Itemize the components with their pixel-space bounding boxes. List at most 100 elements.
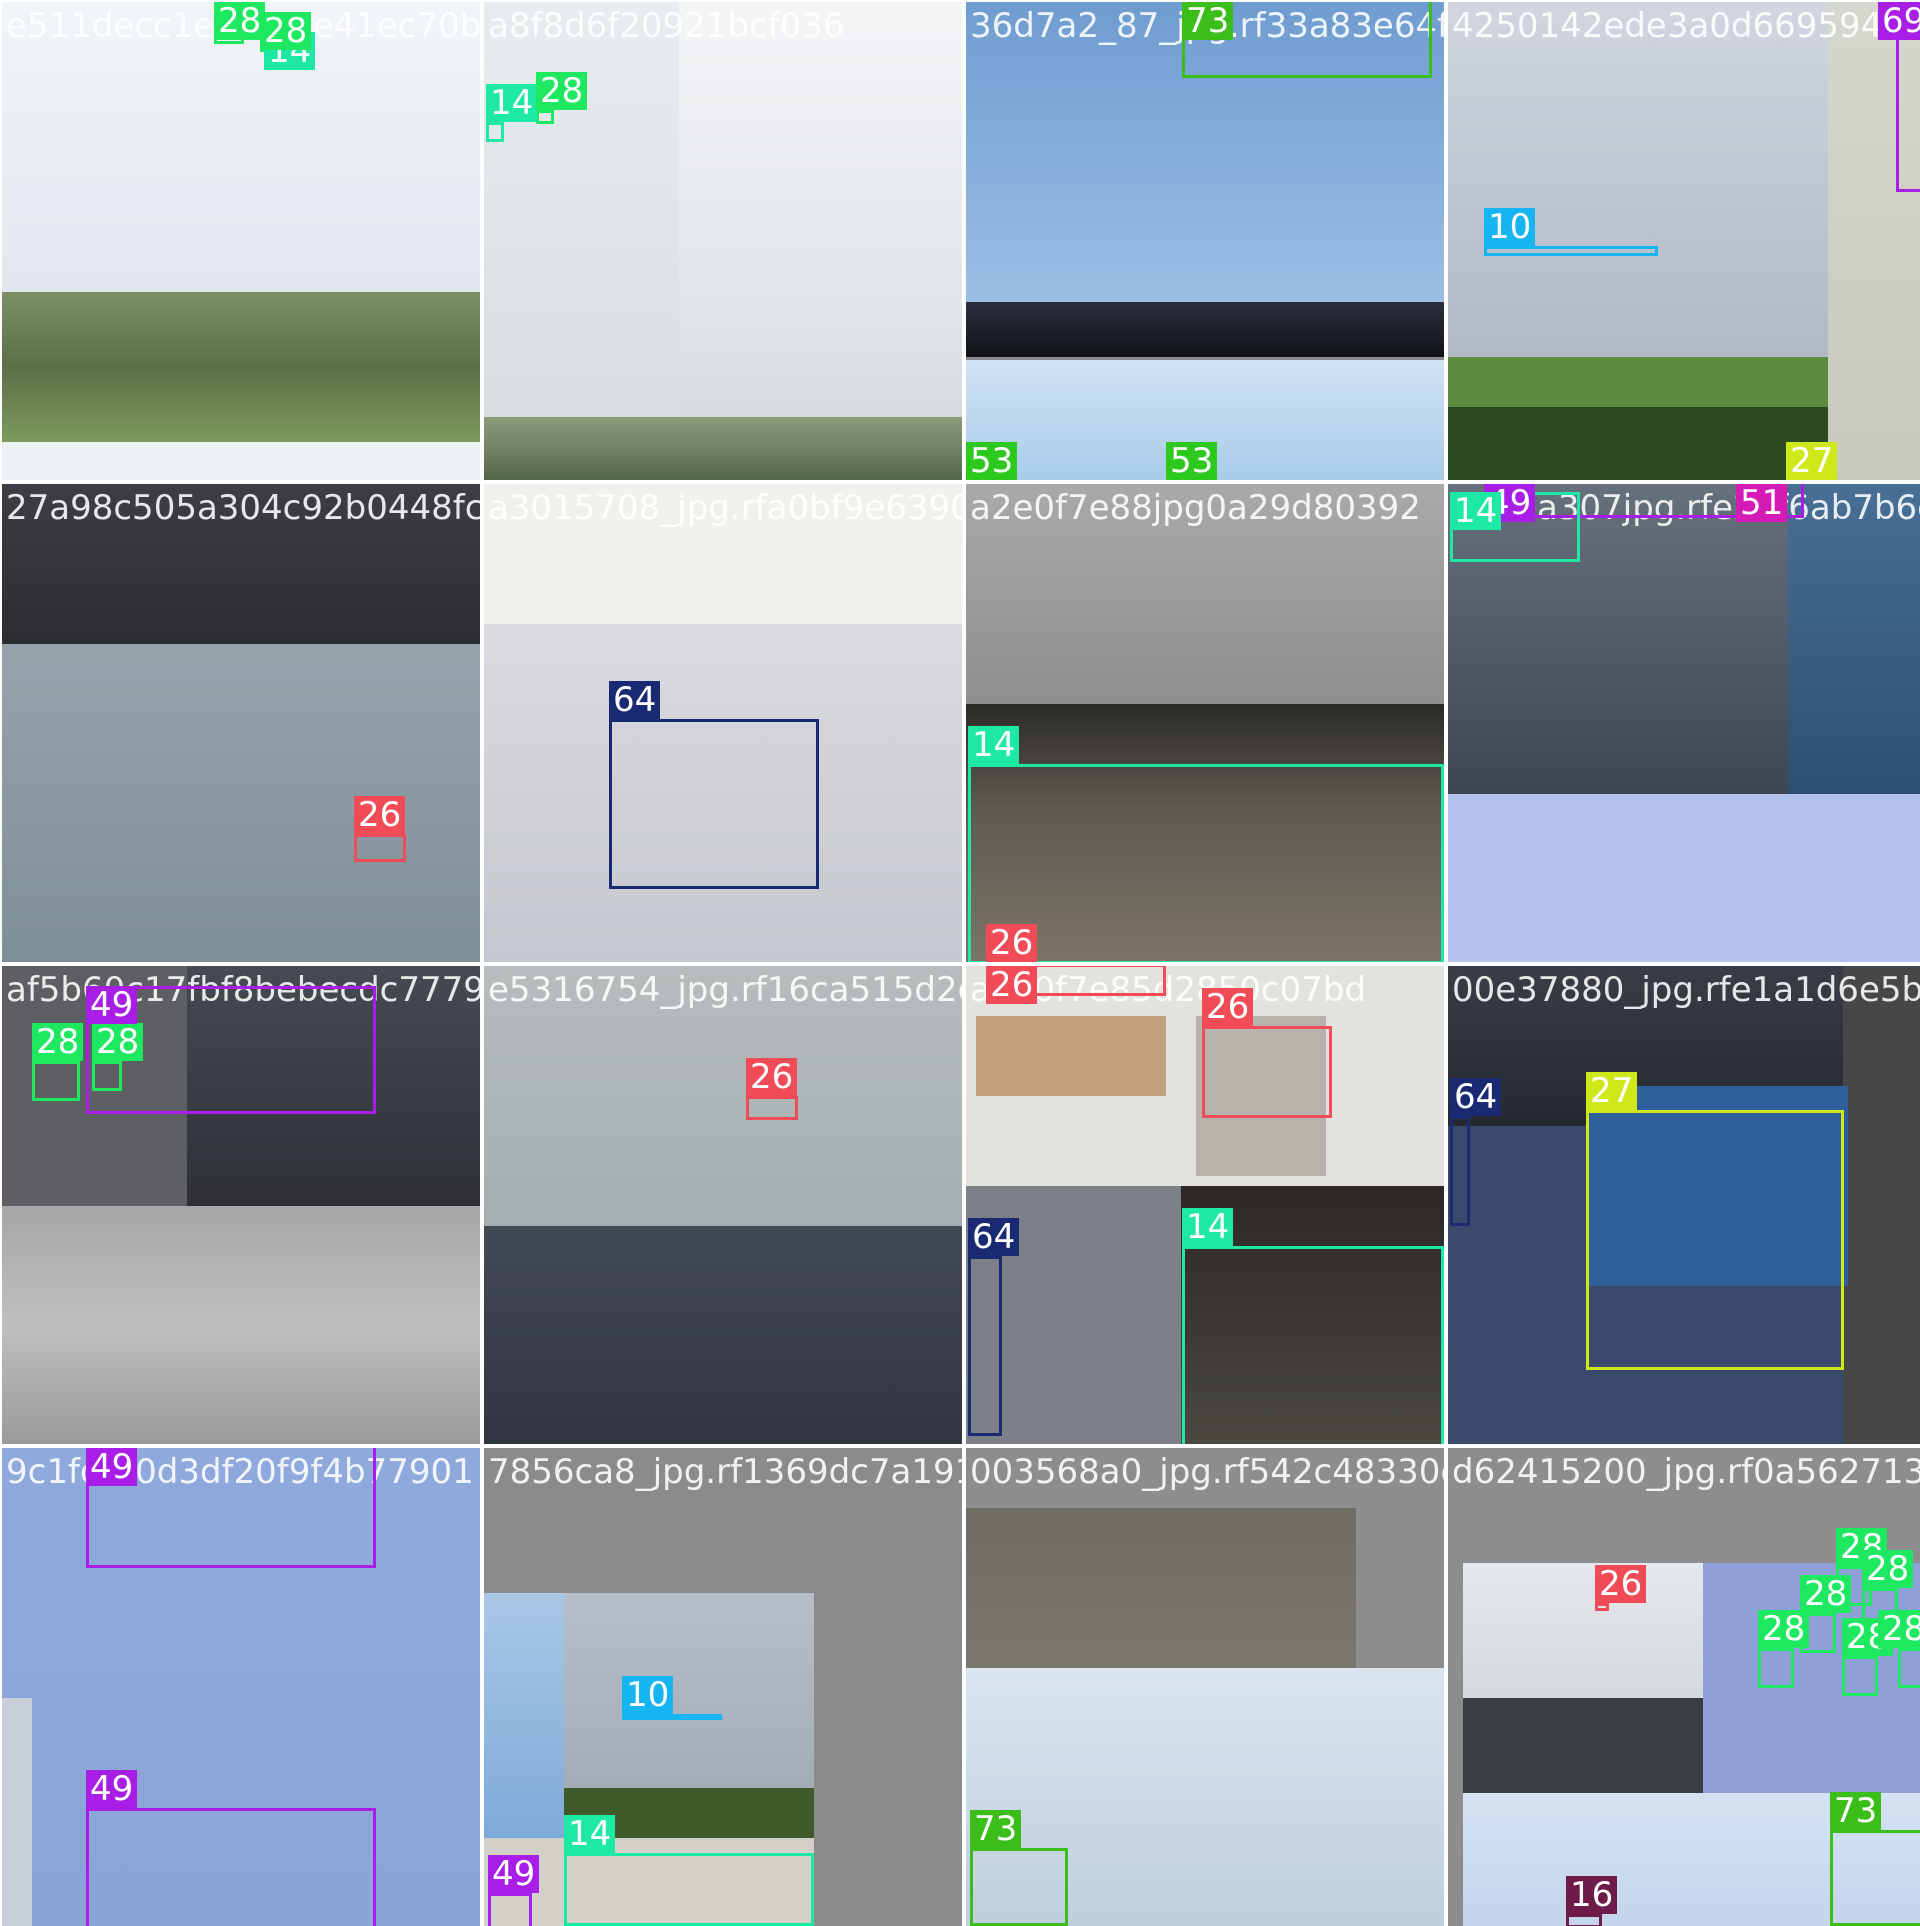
bounding-box	[488, 1893, 532, 1926]
image-patch	[2, 1698, 32, 1926]
class-label: 53	[1166, 442, 1218, 480]
class-label: 28	[214, 2, 266, 40]
mosaic-tile: d62415200_jpg.rf0a562713b 26 28 28 28 28 28 28 7…	[1448, 1448, 1920, 1926]
class-label: 26	[1202, 988, 1254, 1026]
bounding-box	[32, 1061, 80, 1101]
image-patch	[976, 1016, 1166, 1096]
image-patch	[966, 302, 1444, 357]
bounding-box	[1595, 1603, 1609, 1611]
class-label: 28	[92, 1023, 144, 1061]
image-patch	[1463, 1698, 1703, 1793]
class-label: 28	[1758, 1610, 1810, 1648]
mosaic-tile: 27a98c505a304c92b0448fca 26	[2, 484, 480, 962]
mosaic-tile: 36d7a2_87_jpg.rf33a83e64f735353	[966, 2, 1444, 480]
image-patch	[2, 442, 480, 480]
mosaic-tile: a3015708_jpg.rfa0bf9e6390 64	[484, 484, 962, 962]
bounding-box	[609, 719, 819, 889]
class-label: 73	[970, 1810, 1022, 1848]
class-label: 26	[746, 1058, 798, 1096]
class-label: 14	[564, 1815, 616, 1853]
mosaic-tile: 9c1fdf40d3df20f9f4b77901 49 49	[2, 1448, 480, 1926]
bounding-box	[968, 764, 1444, 962]
class-label: 27	[1586, 1072, 1638, 1110]
class-label: 10	[622, 1676, 674, 1714]
bounding-box	[970, 1848, 1068, 1926]
class-label: 28	[1800, 1575, 1852, 1613]
class-label: 69	[1878, 2, 1920, 40]
class-label: 49	[86, 1770, 138, 1808]
image-patch	[484, 1226, 962, 1444]
bounding-box	[564, 1853, 814, 1926]
mosaic-tile: 7856ca8_jpg.rf1369dc7a191 10 14 49	[484, 1448, 962, 1926]
bounding-box	[1842, 1656, 1878, 1696]
class-label: 49	[86, 1448, 138, 1486]
class-label: 10	[1484, 208, 1536, 246]
class-label: 28	[32, 1023, 84, 1061]
class-label: 51	[1736, 484, 1788, 522]
mosaic-tile: af5b60c17fbf8bebecdc7779 28 28 49	[2, 966, 480, 1444]
bounding-box	[354, 834, 406, 862]
bounding-box	[486, 122, 504, 142]
bounding-box	[1182, 1246, 1444, 1444]
mosaic-tile: a2e0f7e88jpg0a29d80392 14 26	[966, 484, 1444, 962]
image-patch	[484, 417, 962, 480]
image-patch	[1843, 966, 1920, 1444]
bounding-box	[1566, 1914, 1602, 1926]
class-label: 16	[1566, 1876, 1618, 1914]
bounding-box	[1202, 1026, 1332, 1118]
image-patch	[2, 1206, 480, 1444]
tile-filename: 00e37880_jpg.rfe1a1d6e5bc2	[1452, 970, 1920, 1010]
class-label: 28	[536, 72, 588, 110]
image-patch	[1788, 484, 1920, 794]
class-label: 28	[260, 12, 312, 50]
mosaic-tile: a2e0f7e85d2850c07bd 26 26 14 64	[966, 966, 1444, 1444]
bounding-box	[746, 1096, 798, 1120]
class-label: 14	[486, 84, 538, 122]
image-patch	[2, 644, 480, 962]
class-label: 27	[1786, 442, 1838, 480]
class-label: 14	[968, 726, 1020, 764]
class-label: 64	[1450, 1078, 1502, 1116]
mosaic-canvas: e511decc1e28df1e41ec70b281428a8f8d6f2092…	[0, 0, 1920, 1926]
bounding-box	[968, 1256, 1002, 1436]
image-patch	[1448, 357, 1828, 407]
mosaic-tile: e511decc1e28df1e41ec70b281428	[2, 2, 480, 480]
bounding-box	[1586, 1110, 1844, 1370]
mosaic-tile: a0e7a307jpg.rfe28f6ab7b6c3 49 14 51	[1448, 484, 1920, 962]
tile-filename: d62415200_jpg.rf0a562713b	[1452, 1452, 1920, 1492]
bounding-box	[536, 110, 554, 124]
class-label: 64	[968, 1218, 1020, 1256]
class-label: 26	[354, 796, 406, 834]
mosaic-tile: a8f8d6f20921bcf036 14 28	[484, 2, 962, 480]
tile-filename: 003568a0_jpg.rf542c48330cc	[970, 1452, 1444, 1492]
bounding-box	[1758, 1648, 1794, 1688]
class-label: 26	[986, 966, 1038, 1004]
image-patch	[1448, 407, 1828, 480]
image-patch	[966, 1508, 1356, 1668]
tile-filename: e5316754_jpg.rf16ca515d2d	[488, 970, 962, 1010]
class-label: 26	[1595, 1565, 1647, 1603]
class-label: 73	[1182, 2, 1234, 40]
image-patch	[679, 2, 962, 480]
class-label: 49	[488, 1855, 540, 1893]
class-label: 49	[86, 986, 138, 1024]
class-label: 26	[986, 924, 1038, 962]
class-label: 28	[1862, 1550, 1914, 1588]
bounding-box	[1830, 1830, 1920, 1926]
class-label: 53	[966, 442, 1018, 480]
bounding-box	[86, 1808, 376, 1926]
class-label: 73	[1830, 1792, 1882, 1830]
tile-filename: a3015708_jpg.rfa0bf9e6390	[488, 488, 962, 528]
tile-filename: a2e0f7e88jpg0a29d80392	[970, 488, 1421, 528]
class-label: 64	[609, 681, 661, 719]
tile-filename: a8f8d6f20921bcf036	[488, 6, 845, 46]
mosaic-tile: 00e37880_jpg.rfe1a1d6e5bc2 27 64	[1448, 966, 1920, 1444]
mosaic-tile: 4250142ede3a0d6695942 69 10 27	[1448, 2, 1920, 480]
class-label: 14	[1450, 492, 1502, 530]
mosaic-tile: e5316754_jpg.rf16ca515d2d 26	[484, 966, 962, 1444]
image-patch	[2, 292, 480, 442]
tile-filename: 7856ca8_jpg.rf1369dc7a191	[488, 1452, 962, 1492]
tile-filename: 4250142ede3a0d6695942	[1452, 6, 1904, 46]
bounding-box	[1450, 1116, 1470, 1226]
class-label: 14	[1182, 1208, 1234, 1246]
